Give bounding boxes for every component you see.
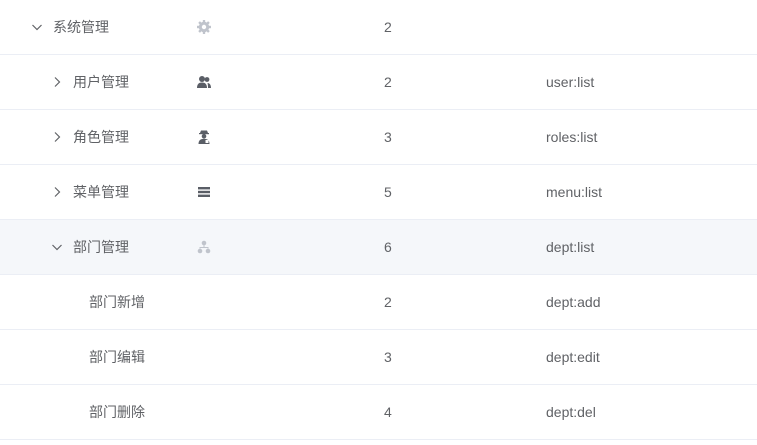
sort-cell: 4 — [384, 404, 392, 420]
table-row[interactable]: 部门编辑 3 dept:edit — [0, 330, 757, 385]
name-cell: 用户管理 — [0, 55, 190, 109]
sort-cell: 6 — [384, 239, 392, 255]
permission-cell: dept:list — [546, 239, 595, 255]
row-name: 用户管理 — [73, 74, 129, 90]
table-row[interactable]: 用户管理 2 user:list — [0, 55, 757, 110]
permission-cell: menu:list — [546, 184, 603, 200]
icon-cell — [196, 55, 216, 109]
row-name: 角色管理 — [73, 129, 129, 145]
permission-cell: dept:add — [546, 294, 601, 310]
name-cell: 角色管理 — [0, 110, 190, 164]
permission-cell: roles:list — [546, 129, 598, 145]
dept-icon — [196, 239, 212, 255]
sort-cell: 5 — [384, 184, 392, 200]
table-row[interactable]: 系统管理 2 — [0, 0, 757, 55]
sort-cell: 3 — [384, 349, 392, 365]
table-row[interactable]: 角色管理 3 roles:list — [0, 110, 757, 165]
name-cell: 部门管理 — [0, 220, 190, 274]
sort-cell: 2 — [384, 294, 392, 310]
table-row[interactable]: 部门新增 2 dept:add — [0, 275, 757, 330]
icon-cell — [196, 0, 216, 54]
chevron-right-icon[interactable] — [50, 55, 64, 109]
icon-cell — [196, 110, 216, 164]
name-cell: 部门新增 — [0, 275, 190, 329]
table-row[interactable]: 部门管理 6 dept:list — [0, 220, 757, 275]
name-cell: 系统管理 — [0, 0, 190, 54]
row-name: 部门编辑 — [89, 349, 145, 365]
icon-cell — [196, 165, 216, 219]
row-name: 部门删除 — [89, 404, 145, 420]
menu-tree-table: 系统管理 2 用户管理 2 user:list 角色管理 3 roles:lis… — [0, 0, 757, 440]
chevron-right-icon[interactable] — [50, 110, 64, 164]
row-name: 菜单管理 — [73, 184, 129, 200]
permission-cell: user:list — [546, 74, 595, 90]
sort-cell: 2 — [384, 74, 392, 90]
table-row[interactable]: 部门删除 4 dept:del — [0, 385, 757, 440]
menu-icon — [196, 184, 212, 200]
permission-cell: dept:del — [546, 404, 596, 420]
table-row[interactable]: 菜单管理 5 menu:list — [0, 165, 757, 220]
role-icon — [196, 129, 212, 145]
row-name: 部门管理 — [73, 239, 129, 255]
chevron-down-icon[interactable] — [50, 220, 64, 274]
chevron-right-icon[interactable] — [50, 165, 64, 219]
name-cell: 菜单管理 — [0, 165, 190, 219]
chevron-down-icon[interactable] — [30, 0, 44, 54]
permission-cell: dept:edit — [546, 349, 600, 365]
sort-cell: 2 — [384, 19, 392, 35]
permission-cell — [546, 0, 746, 54]
gear-icon — [196, 19, 212, 35]
users-icon — [196, 74, 212, 90]
row-name: 部门新增 — [89, 294, 145, 310]
name-cell: 部门删除 — [0, 385, 190, 439]
sort-cell: 3 — [384, 129, 392, 145]
name-cell: 部门编辑 — [0, 330, 190, 384]
icon-cell — [196, 220, 216, 274]
row-name: 系统管理 — [53, 19, 109, 35]
